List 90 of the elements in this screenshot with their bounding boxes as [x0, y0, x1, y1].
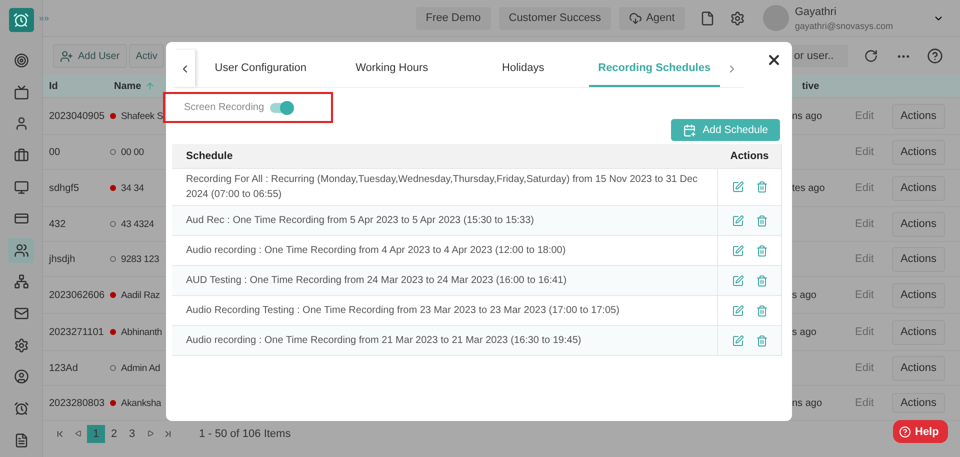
table-cell-text: 2023040905 [48, 110, 106, 122]
edit-link[interactable]: Edit [855, 326, 892, 338]
search-field[interactable]: or user.. [790, 45, 848, 67]
table-cell-text: 00 [48, 146, 62, 158]
topbar-button[interactable]: Customer Success [498, 6, 612, 30]
edit-icon[interactable] [732, 214, 744, 226]
table-cell-text: s ago [792, 326, 818, 338]
delete-icon[interactable] [756, 304, 768, 316]
tab[interactable]: Holidays [458, 50, 589, 87]
toggle-label: Screen Recording [184, 102, 264, 113]
edit-icon[interactable] [732, 334, 744, 346]
table-cell: 00 00 [121, 146, 144, 158]
page-button[interactable]: 3 [123, 424, 141, 442]
table-cell-text: AUD Testing : One Time Recording from 24 Mar 2023 to 24 Mar 2023 (16:00 to 16:41) [185, 274, 568, 288]
column-header: Actions [729, 149, 770, 164]
calendar-icon [682, 124, 696, 136]
actions-button[interactable]: Actions [892, 212, 945, 236]
table-cell-text: Audio recording : One Time Recording from 21 Mar 2023 to 21 Mar 2023 (16:30 to 19:45) [185, 334, 582, 348]
user-name: Gayathri [794, 6, 838, 18]
toggle-switch[interactable] [270, 102, 292, 112]
table-cell-text: 2023280803 [48, 398, 106, 408]
add-schedule-button[interactable]: Add Schedule [670, 119, 780, 141]
edit-icon[interactable] [732, 244, 744, 256]
column-header: Id [48, 80, 59, 92]
topbar-button[interactable]: Free Demo [416, 6, 491, 30]
edit-link[interactable]: Edit [855, 253, 892, 265]
delete-icon[interactable] [756, 214, 768, 226]
add-user-icon [60, 50, 73, 62]
users-icon[interactable] [8, 238, 34, 263]
page-button[interactable]: 1 [87, 424, 105, 442]
close-icon[interactable] [766, 52, 782, 68]
table-cell: Abhinanth [121, 326, 162, 338]
edit-link[interactable]: Edit [855, 110, 892, 122]
table-cell-text: Aud Rec : One Time Recording from 5 Apr 2023 to 5 Apr 2023 (15:30 to 15:33) [185, 214, 535, 228]
edit-link[interactable]: Edit [855, 362, 892, 374]
edit-link[interactable]: Edit [855, 218, 892, 230]
help-icon [899, 426, 911, 438]
cloud-icon [629, 12, 642, 24]
table-cell-text: 123Ad [48, 362, 79, 374]
edit-icon[interactable] [732, 181, 744, 193]
delete-icon[interactable] [756, 274, 768, 286]
table-cell: 43 4324 [121, 218, 154, 230]
delete-icon[interactable] [756, 334, 768, 346]
logo-icon[interactable] [8, 8, 34, 32]
table-cell-text: tes ago [792, 182, 826, 194]
tab[interactable]: Working Hours [326, 50, 458, 87]
user-email: gayathri@snovasys.com [794, 20, 893, 30]
table-cell: 34 34 [121, 182, 144, 194]
table-cell-text: jhsdjh [48, 254, 76, 264]
table-cell-text: ns ago [792, 110, 824, 122]
table-cell-text: s ago [792, 290, 818, 300]
page-button[interactable]: 2 [105, 424, 123, 442]
table-cell-text: ns ago [792, 398, 824, 408]
edit-link[interactable]: Edit [855, 146, 892, 158]
actions-button[interactable]: Actions [892, 356, 945, 380]
edit-icon[interactable] [732, 274, 744, 286]
actions-button[interactable]: Actions [892, 104, 945, 128]
pager-summary: 1 - 50 of 106 Items [199, 428, 291, 440]
table-cell-text: sdhgf5 [48, 182, 80, 194]
edit-link[interactable]: Edit [855, 182, 892, 194]
actions-button[interactable]: Actions [892, 246, 945, 272]
column-header: tive [802, 80, 820, 92]
table-cell: Akanksha [121, 398, 162, 408]
actions-button[interactable]: Actions [892, 320, 945, 344]
table-cell-text: 432 [48, 218, 67, 230]
edit-icon[interactable] [732, 304, 744, 316]
column-header: Schedule [185, 148, 234, 164]
delete-icon[interactable] [756, 181, 768, 193]
filter-button[interactable]: Activ [128, 44, 164, 68]
table-cell-text: 2023062606 [48, 290, 106, 300]
tab[interactable]: User Configuration [195, 50, 326, 87]
table-cell: 9283 123 [121, 254, 160, 264]
topbar-button[interactable]: Agent [619, 6, 685, 30]
actions-button[interactable]: Actions [892, 176, 945, 200]
actions-button[interactable]: Actions [892, 393, 945, 413]
actions-button[interactable]: Actions [892, 282, 945, 308]
table-cell-text: 2023271101 [48, 326, 105, 338]
table-cell-text: Audio recording : One Time Recording from 4 Apr 2023 to 4 Apr 2023 (12:00 to 18:00) [185, 244, 567, 258]
add-user-button[interactable]: Add User [53, 44, 127, 68]
table-cell-text: Recording For All : Recurring (Monday,Tuesday,Wednesday,Thursday,Friday,Saturday) from 15 Nov 2023 to 31 Dec 2024 (07:00 to 06:55) [185, 173, 699, 202]
column-header[interactable]: Name [114, 80, 142, 92]
delete-icon[interactable] [756, 244, 768, 256]
table-cell: Shafeek S [121, 110, 164, 122]
table-cell: Admin Ad [121, 362, 160, 374]
table-cell: Aadil Raz [121, 290, 160, 300]
help-button[interactable]: Help [893, 420, 948, 443]
actions-button[interactable]: Actions [892, 140, 945, 164]
edit-link[interactable]: Edit [855, 397, 892, 409]
table-cell-text: Audio Recording Testing : One Time Recording from 23 Mar 2023 to 23 Mar 2023 (17:00 to 17:05) [185, 304, 620, 318]
edit-link[interactable]: Edit [855, 289, 892, 301]
